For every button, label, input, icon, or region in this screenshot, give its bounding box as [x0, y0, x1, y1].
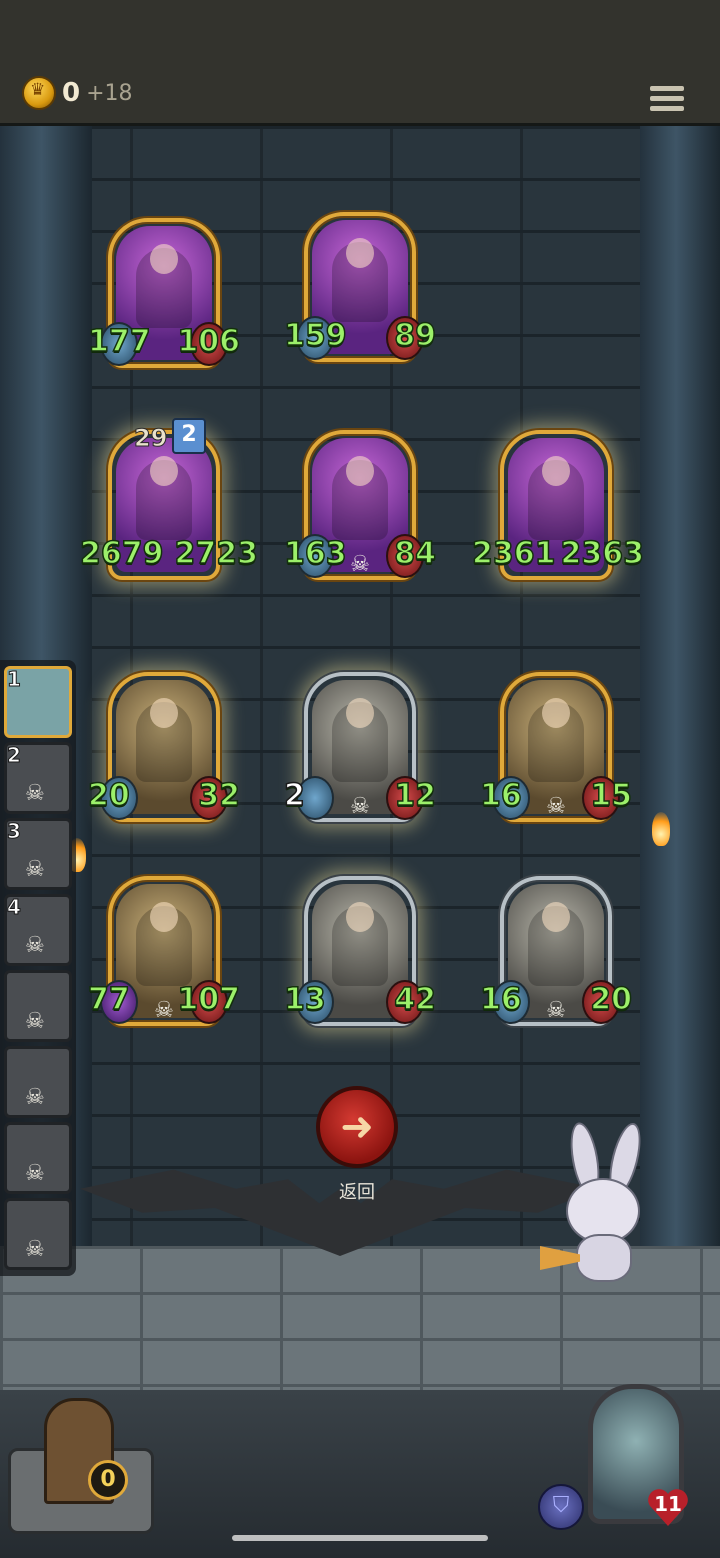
gold-bonus: +18 [86, 80, 133, 106]
minion-card-seahorse[interactable]: 29 2 2679 2723 [79, 418, 259, 590]
minion-card-knight[interactable]: ☠ 16 20 [479, 876, 633, 1036]
arrow-left-icon: ➜ [340, 1104, 374, 1150]
queue-slot[interactable]: 3 ☠ [4, 818, 72, 890]
skull-icon: ☠ [25, 1085, 45, 1110]
skull-icon: ☠ [25, 1009, 45, 1034]
queue-slot[interactable]: ☠ [4, 1122, 72, 1194]
back-label[interactable]: 返回 [316, 1178, 398, 1204]
attack-value: 2679 [79, 535, 164, 572]
health-value: 15 [590, 777, 633, 814]
skull-icon: ☠ [546, 794, 566, 819]
minion-card-sorceress[interactable]: 177 106 [87, 218, 241, 378]
trumpet-icon [540, 1246, 580, 1270]
tier-value: 29 [133, 424, 168, 453]
gold-counter: 0 +18 [22, 76, 133, 110]
skull-icon: ☠ [25, 781, 45, 806]
skull-icon: ☠ [25, 1161, 45, 1186]
attack-value: 177 [87, 323, 151, 360]
back-button[interactable]: ➜ [316, 1086, 398, 1168]
crown-coin-icon [22, 76, 56, 110]
skull-icon: ☠ [25, 933, 45, 958]
attack-value: 163 [283, 535, 347, 572]
minion-card-king[interactable]: 159 89 [283, 212, 437, 372]
attack-value: 20 [87, 777, 130, 814]
minion-card-robot[interactable]: ☠ 16 15 [479, 672, 633, 832]
minion-card-shipwreck[interactable]: 20 32 [87, 672, 241, 832]
health-value: 106 [177, 323, 241, 360]
chest-count: 0 [88, 1460, 128, 1500]
health-value: 2363 [560, 535, 645, 572]
torch-right-icon [652, 812, 670, 846]
minion-card-blonde-hero[interactable]: 2361 2363 [471, 430, 645, 590]
hero-health-value: 11 [654, 1492, 682, 1516]
top-bar: 0 +18 [0, 0, 720, 126]
health-value: 107 [177, 981, 241, 1018]
attack-value: 2361 [471, 535, 556, 572]
health-value: 42 [394, 981, 437, 1018]
home-indicator[interactable] [232, 1535, 488, 1541]
health-value: 2723 [174, 535, 259, 572]
queue-number: 2 [7, 743, 22, 768]
health-value: 89 [394, 317, 437, 354]
turn-queue: 1 2 ☠ 3 ☠ 4 ☠ ☠ ☠ ☠ ☠ [0, 660, 76, 1276]
shield-icon: ⛉ [538, 1484, 584, 1530]
queue-slot[interactable]: ☠ [4, 1046, 72, 1118]
skull-icon: ☠ [25, 1237, 45, 1262]
health-value: 32 [198, 777, 241, 814]
attack-value: 2 [283, 777, 305, 814]
health-value: 20 [590, 981, 633, 1018]
queue-number: 1 [7, 667, 22, 692]
rabbit-mascot[interactable] [540, 1119, 660, 1282]
queue-slot[interactable]: 4 ☠ [4, 894, 72, 966]
gold-value: 0 [62, 78, 81, 108]
queue-slot[interactable]: ☠ [4, 1198, 72, 1270]
attack-value: 77 [87, 981, 130, 1018]
minion-card-thug[interactable]: ☠ 2 12 [283, 672, 437, 832]
skull-icon: ☠ [546, 998, 566, 1023]
queue-slot[interactable]: 2 ☠ [4, 742, 72, 814]
minion-card-archer[interactable]: ☠ 163 84 [283, 430, 437, 590]
level-badge: 2 [172, 418, 206, 454]
right-pillar [640, 126, 720, 1246]
minion-card-clock[interactable]: ☠ 77 107 [87, 876, 241, 1036]
skull-icon: ☠ [25, 857, 45, 882]
hamburger-menu-icon[interactable] [650, 86, 684, 116]
health-value: 84 [394, 535, 437, 572]
treasure-chest[interactable]: 0 [8, 1398, 154, 1534]
skull-icon: ☠ [350, 794, 370, 819]
queue-number: 3 [7, 819, 22, 844]
health-value: 12 [394, 777, 437, 814]
queue-slot[interactable]: 1 [4, 666, 72, 738]
attack-value: 13 [283, 981, 326, 1018]
attack-value: 16 [479, 777, 522, 814]
hero-portrait[interactable]: ⛉ 11 [538, 1384, 690, 1534]
skull-icon: ☠ [350, 552, 370, 577]
attack-value: 16 [479, 981, 522, 1018]
attack-value: 159 [283, 317, 347, 354]
queue-slot[interactable]: ☠ [4, 970, 72, 1042]
hero-health-badge: 11 [646, 1486, 690, 1528]
queue-number: 4 [7, 895, 22, 920]
skull-icon: ☠ [154, 998, 174, 1023]
minion-card-clown[interactable]: 13 42 [283, 876, 437, 1036]
